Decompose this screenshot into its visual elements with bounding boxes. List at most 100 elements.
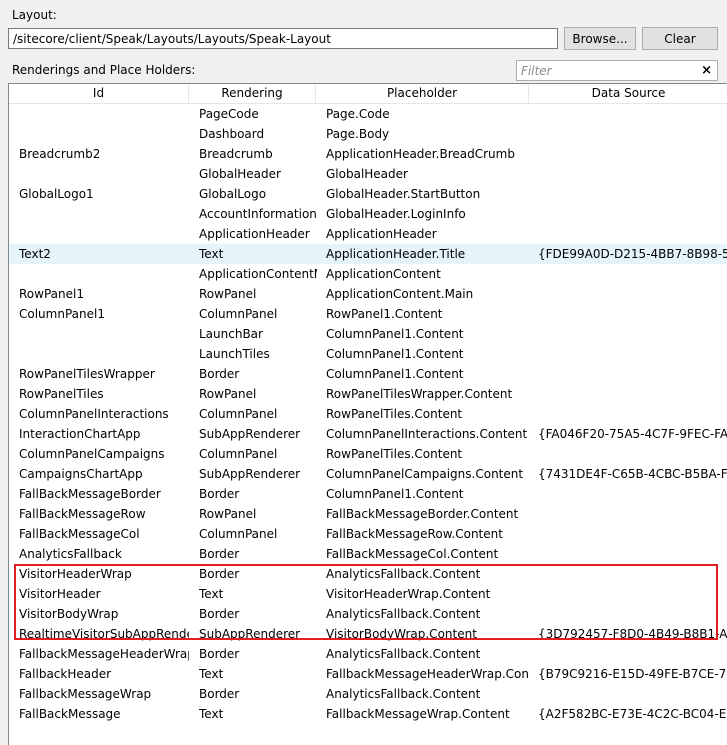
renderings-table: Id Rendering Placeholder Data Source Pag…: [8, 83, 727, 745]
table-row[interactable]: ColumnPanelCampaigns ColumnPanel RowPanelT…: [9, 444, 727, 464]
layout-path-input[interactable]: [8, 28, 558, 49]
column-header-placeholder[interactable]: Placeholder: [316, 84, 529, 104]
row-id-cell: ColumnPanel1: [19, 307, 105, 321]
row-rendering-cell: Border: [199, 647, 240, 661]
browse-button[interactable]: Browse...: [564, 27, 636, 50]
row-rendering-cell: SubAppRenderer: [199, 467, 301, 481]
table-row[interactable]: VisitorBodyWrap Border AnalyticsFallback.C…: [9, 604, 727, 624]
table-row[interactable]: InteractionChartApp SubAppRenderer ColumnP…: [9, 424, 727, 444]
row-placeholder-cell: GlobalHeader.LoginInfo: [326, 207, 466, 221]
row-data-source-cell: {FA046F20-75A5-4C7F-9FEC-FAC6: [538, 427, 727, 441]
row-rendering-cell: Border: [199, 487, 240, 501]
table-row[interactable]: GlobalLogo1 GlobalLogo GlobalHeader.StartB…: [9, 184, 727, 204]
row-rendering-cell: ColumnPanel: [199, 527, 278, 541]
row-data-source-cell: [538, 344, 727, 364]
row-rendering-cell: ColumnPanel: [199, 407, 278, 421]
table-row[interactable]: VisitorHeaderWrap Border AnalyticsFallback…: [9, 564, 727, 584]
row-rendering-cell: Text: [199, 247, 224, 261]
table-row[interactable]: ColumnPanel1 ColumnPanel RowPanel1.Content: [9, 304, 727, 324]
table-row[interactable]: FallBackMessage Text FallbackMessageWrap.C…: [9, 704, 727, 724]
row-id-cell: FallBackMessageRow: [19, 507, 146, 521]
row-data-source-cell: [538, 304, 727, 324]
table-row[interactable]: RowPanelTilesWrapper Border ColumnPanel1.C…: [9, 364, 727, 384]
row-placeholder-cell: ApplicationHeader.BreadCrumb: [326, 147, 515, 161]
table-row[interactable]: CampaignsChartApp SubAppRenderer ColumnPan…: [9, 464, 727, 484]
row-id-cell: VisitorBodyWrap: [19, 607, 119, 621]
row-id-cell: [19, 264, 189, 284]
table-row[interactable]: LaunchTiles ColumnPanel1.Content: [9, 344, 727, 364]
table-row[interactable]: ApplicationContentM ApplicationContent: [9, 264, 727, 284]
row-data-source-cell: [538, 144, 727, 164]
row-data-source-cell: [538, 184, 727, 204]
table-row[interactable]: FallbackHeader Text FallbackMessageHeaderW…: [9, 664, 727, 684]
table-row[interactable]: AnalyticsFallback Border FallBackMessageCo…: [9, 544, 727, 564]
row-id-cell: ColumnPanelCampaigns: [19, 447, 165, 461]
row-placeholder-cell: ColumnPanel1.Content: [326, 487, 464, 501]
row-rendering-cell: PageCode: [199, 107, 259, 121]
table-row[interactable]: Dashboard Page.Body: [9, 124, 727, 144]
column-header-rendering[interactable]: Rendering: [189, 84, 316, 104]
table-row[interactable]: FallbackMessageHeaderWrap Border Analytics…: [9, 644, 727, 664]
filter-input[interactable]: [517, 61, 697, 80]
row-rendering-cell: LaunchBar: [199, 327, 263, 341]
table-row[interactable]: GlobalHeader GlobalHeader: [9, 164, 727, 184]
row-rendering-cell: SubAppRenderer: [199, 627, 301, 641]
row-id-cell: [19, 124, 189, 144]
close-icon[interactable]: ×: [701, 62, 712, 79]
table-row[interactable]: FallBackMessageBorder Border ColumnPanel1.…: [9, 484, 727, 504]
row-placeholder-cell: FallbackMessageWrap.Content: [326, 707, 510, 721]
row-id-cell: AnalyticsFallback: [19, 547, 122, 561]
row-data-source-cell: {3D792457-F8D0-4B49-B8B1-AA14: [538, 627, 727, 641]
row-id-cell: FallBackMessage: [19, 707, 121, 721]
table-row[interactable]: LaunchBar ColumnPanel1.Content: [9, 324, 727, 344]
table-row[interactable]: VisitorHeader Text VisitorHeaderWrap.Conte…: [9, 584, 727, 604]
row-rendering-cell: ApplicationHeader: [199, 227, 310, 241]
row-id-cell: FallbackMessageHeaderWrap: [19, 647, 189, 661]
row-placeholder-cell: Page.Code: [326, 107, 390, 121]
row-data-source-cell: [538, 564, 727, 584]
table-row[interactable]: FallBackMessageCol ColumnPanel FallBackMes…: [9, 524, 727, 544]
table-row[interactable]: FallBackMessageRow RowPanel FallBackMessag…: [9, 504, 727, 524]
table-row[interactable]: PageCode Page.Code: [9, 104, 727, 124]
row-placeholder-cell: ColumnPanelInteractions.Content: [326, 427, 528, 441]
row-rendering-cell: Breadcrumb: [199, 147, 273, 161]
row-rendering-cell: RowPanel: [199, 387, 257, 401]
row-placeholder-cell: FallBackMessageCol.Content: [326, 547, 499, 561]
clear-button[interactable]: Clear: [642, 27, 718, 50]
column-header-id[interactable]: Id: [9, 84, 189, 104]
table-row[interactable]: RowPanel1 RowPanel ApplicationContent.Main: [9, 284, 727, 304]
table-row[interactable]: Breadcrumb2 Breadcrumb ApplicationHeader.B…: [9, 144, 727, 164]
row-rendering-cell: Border: [199, 687, 240, 701]
row-data-source-cell: [538, 504, 727, 524]
row-id-cell: RealtimeVisitorSubAppRenderer: [19, 627, 189, 641]
row-rendering-cell: RowPanel: [199, 507, 257, 521]
row-data-source-cell: [538, 364, 727, 384]
row-id-cell: RowPanel1: [19, 287, 84, 301]
row-placeholder-cell: RowPanelTilesWrapper.Content: [326, 387, 513, 401]
table-row[interactable]: RowPanelTiles RowPanel RowPanelTilesWrappe…: [9, 384, 727, 404]
row-data-source-cell: {A2F582BC-E73E-4C2C-BC04-EBC: [538, 707, 727, 721]
row-id-cell: GlobalLogo1: [19, 187, 94, 201]
row-placeholder-cell: ApplicationHeader.Title: [326, 247, 466, 261]
row-placeholder-cell: ApplicationContent.Main: [326, 287, 474, 301]
row-data-source-cell: [538, 324, 727, 344]
table-row[interactable]: Text2 Text ApplicationHeader.Title {FDE99A0…: [9, 244, 727, 264]
row-data-source-cell: [538, 384, 727, 404]
table-row[interactable]: RealtimeVisitorSubAppRenderer SubAppRende…: [9, 624, 727, 644]
row-data-source-cell: [538, 584, 727, 604]
row-id-cell: CampaignsChartApp: [19, 467, 143, 481]
row-placeholder-cell: ColumnPanel1.Content: [326, 327, 464, 341]
row-rendering-cell: Dashboard: [199, 127, 265, 141]
column-header-data-source[interactable]: Data Source: [529, 84, 727, 104]
row-id-cell: [19, 324, 189, 344]
row-rendering-cell: Border: [199, 567, 240, 581]
row-rendering-cell: SubAppRenderer: [199, 427, 301, 441]
row-rendering-cell: ApplicationContentM: [199, 267, 317, 281]
row-placeholder-cell: FallBackMessageBorder.Content: [326, 507, 519, 521]
table-row[interactable]: ColumnPanelInteractions ColumnPanel RowPan…: [9, 404, 727, 424]
row-data-source-cell: [538, 444, 727, 464]
row-data-source-cell: [538, 484, 727, 504]
table-row[interactable]: FallbackMessageWrap Border AnalyticsFallba…: [9, 684, 727, 704]
table-row[interactable]: AccountInformation GlobalHeader.LoginInfo: [9, 204, 727, 224]
table-row[interactable]: ApplicationHeader ApplicationHeader: [9, 224, 727, 244]
